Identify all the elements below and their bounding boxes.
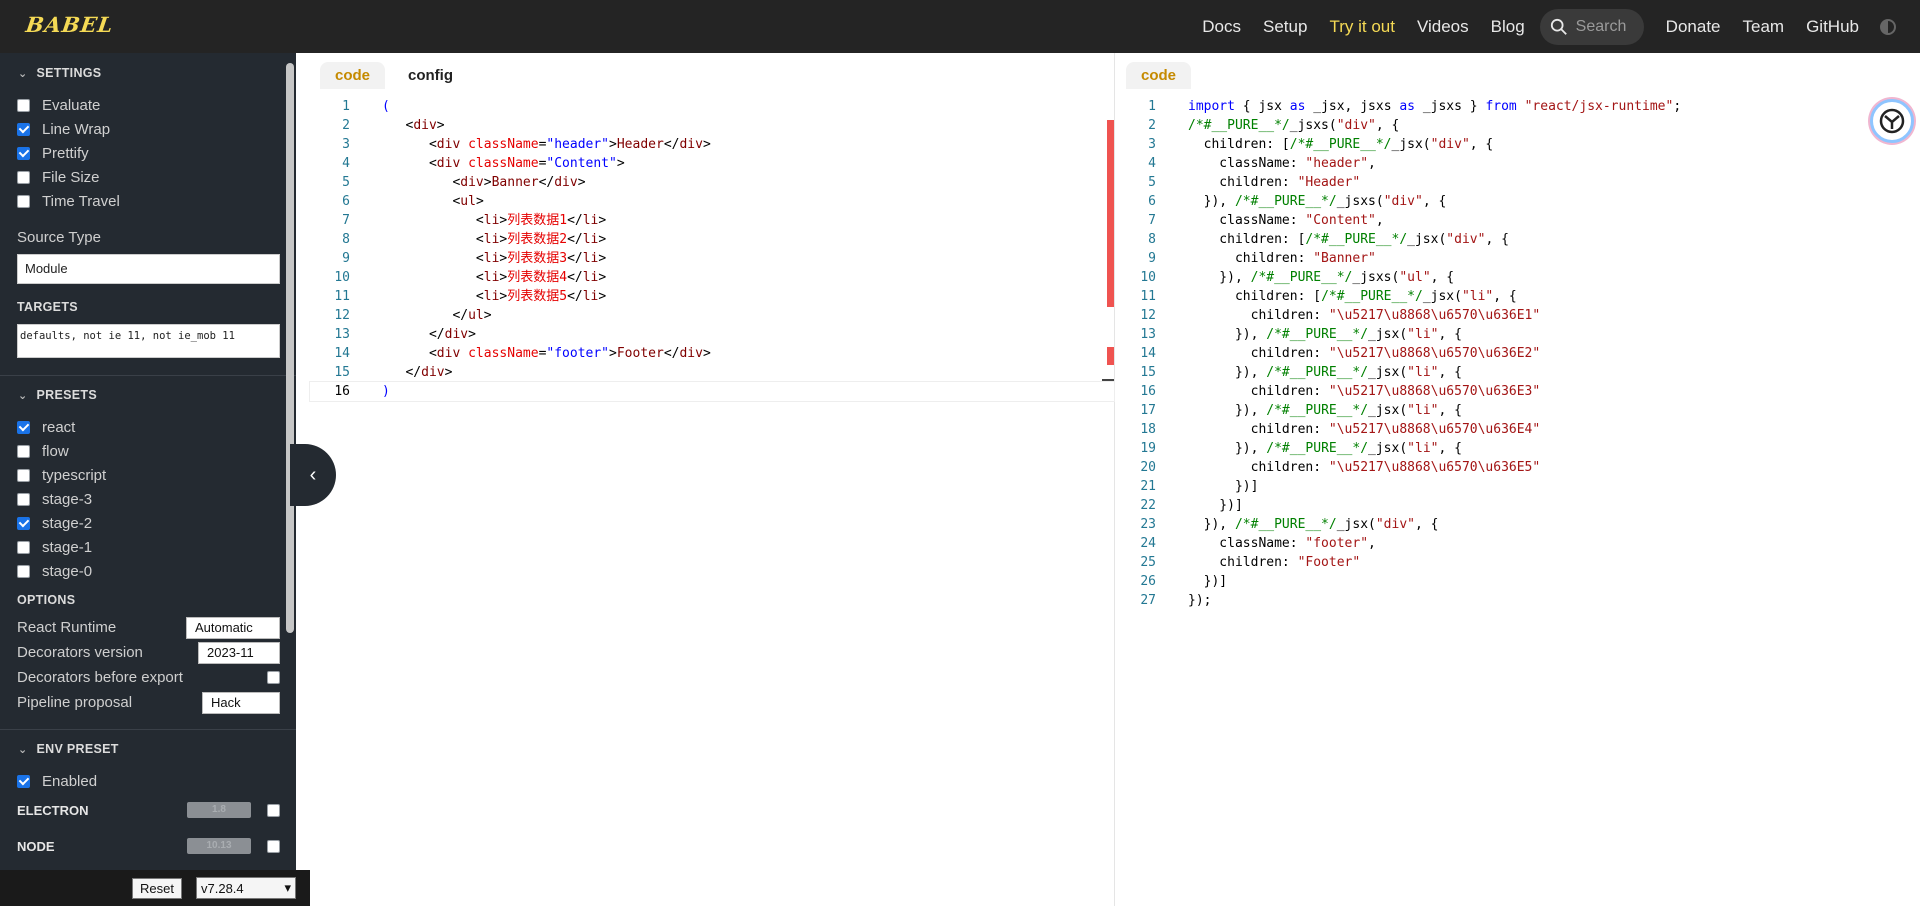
checkbox[interactable] <box>17 468 30 482</box>
electron-checkbox[interactable] <box>267 803 280 817</box>
chevron-down-icon: ⌄ <box>18 389 28 402</box>
electron-version-input[interactable]: 1.8 <box>187 802 251 818</box>
nav-github[interactable]: GitHub <box>1795 17 1870 37</box>
option-react-runtime: React Runtime Automatic <box>0 615 296 640</box>
output-tabs: code <box>1116 53 1920 97</box>
preset-stage-0[interactable]: stage-0 <box>0 559 296 583</box>
output-code-editor: 1 import { jsx as _jsx, jsxs as _jsxs } f… <box>1140 99 1682 608</box>
checkbox[interactable] <box>17 492 30 506</box>
env-enabled[interactable]: Enabled <box>0 769 296 793</box>
option-pipeline-proposal: Pipeline proposal Hack <box>0 690 296 715</box>
nav-team[interactable]: Team <box>1732 17 1796 37</box>
setting-file-size[interactable]: File Size <box>0 165 296 189</box>
checkbox[interactable] <box>17 444 30 458</box>
output-editor-panel: code 1 import { jsx as _jsx, jsxs as _jsx… <box>1116 53 1920 906</box>
nav-blog[interactable]: Blog <box>1480 17 1536 37</box>
tab-code[interactable]: code <box>320 61 386 89</box>
setting-line-wrap[interactable]: Line Wrap <box>0 117 296 141</box>
sidebar-footer: Reset v7.28.4 ▾ <box>0 870 310 906</box>
env-preset-section-header[interactable]: ⌄ ENV PRESET <box>0 738 296 760</box>
env-node-row: NODE 10.13 <box>0 833 296 859</box>
checkbox[interactable] <box>17 420 30 434</box>
setting-evaluate[interactable]: Evaluate <box>0 93 296 117</box>
nav-setup[interactable]: Setup <box>1252 17 1318 37</box>
checkbox[interactable] <box>17 98 30 112</box>
checkbox[interactable] <box>17 516 30 530</box>
checkbox[interactable] <box>17 774 30 788</box>
settings-section-header[interactable]: ⌄ SETTINGS <box>0 62 296 84</box>
reset-button[interactable]: Reset <box>132 877 182 899</box>
checkbox[interactable] <box>17 170 30 184</box>
input-editor-panel: code config 1( 2 <div> 3 <div className=… <box>309 53 1115 906</box>
top-navbar: BABEL Docs Setup Try it out Videos Blog … <box>0 0 1920 53</box>
nav-videos[interactable]: Videos <box>1406 17 1480 37</box>
checkbox[interactable] <box>17 540 30 554</box>
babel-logo[interactable]: BABEL <box>24 12 115 37</box>
babel-version-select[interactable]: v7.28.4 ▾ <box>196 877 296 899</box>
search-placeholder: Search <box>1575 17 1627 35</box>
sidebar-scrollbar[interactable] <box>286 63 294 633</box>
nav-donate[interactable]: Donate <box>1655 17 1732 37</box>
option-decorators-before-export: Decorators before export <box>0 665 296 690</box>
preset-stage-2[interactable]: stage-2 <box>0 511 296 535</box>
options-label: OPTIONS <box>17 593 76 607</box>
decorators-version-select[interactable]: 2023-11 <box>198 641 280 664</box>
decorators-before-export-checkbox[interactable] <box>267 671 280 684</box>
source-type-label: Source Type <box>17 229 101 246</box>
settings-sidebar: ⌄ SETTINGS Evaluate Line Wrap Prettify F… <box>0 53 296 906</box>
node-version-input[interactable]: 10.13 <box>187 838 251 854</box>
setting-prettify[interactable]: Prettify <box>0 141 296 165</box>
preset-stage-1[interactable]: stage-1 <box>0 535 296 559</box>
nav-try-it-out[interactable]: Try it out <box>1318 17 1406 37</box>
setting-time-travel[interactable]: Time Travel <box>0 189 296 213</box>
option-decorators-version: Decorators version 2023-11 <box>0 640 296 665</box>
react-runtime-select[interactable]: Automatic <box>186 616 280 639</box>
chevron-down-icon: ▾ <box>284 880 291 895</box>
checkbox[interactable] <box>17 146 30 160</box>
targets-label: TARGETS <box>17 300 78 314</box>
checkbox[interactable] <box>17 564 30 578</box>
error-marker <box>1107 347 1114 365</box>
chevron-down-icon: ⌄ <box>18 67 28 80</box>
checkbox[interactable] <box>17 194 30 208</box>
preset-typescript[interactable]: typescript <box>0 463 296 487</box>
presets-section-header[interactable]: ⌄ PRESETS <box>0 384 296 406</box>
theme-toggle-icon[interactable] <box>1880 18 1896 35</box>
checkbox[interactable] <box>17 122 30 136</box>
main-nav: Docs Setup Try it out Videos Blog Search… <box>1191 0 1920 53</box>
env-electron-row: ELECTRON 1.8 <box>0 797 296 823</box>
targets-textarea[interactable]: defaults, not ie 11, not ie_mob 11 <box>17 324 280 358</box>
error-marker <box>1107 120 1114 307</box>
tab-output-code[interactable]: code <box>1126 61 1192 89</box>
chevron-left-icon: ‹ <box>309 463 317 486</box>
chevron-down-icon: ⌄ <box>18 743 28 756</box>
pipeline-proposal-select[interactable]: Hack <box>202 691 280 714</box>
preset-stage-3[interactable]: stage-3 <box>0 487 296 511</box>
preset-flow[interactable]: flow <box>0 439 296 463</box>
source-type-select[interactable]: Module <box>17 254 280 284</box>
extension-icon[interactable] <box>1870 99 1914 143</box>
scroll-marker <box>1102 379 1114 381</box>
search-box[interactable]: Search <box>1539 8 1644 45</box>
nav-docs[interactable]: Docs <box>1191 17 1252 37</box>
node-checkbox[interactable] <box>267 839 280 853</box>
tab-config[interactable]: config <box>393 62 468 89</box>
preset-react[interactable]: react <box>0 415 296 439</box>
input-tabs: code config <box>310 53 1114 97</box>
search-icon <box>1550 18 1567 35</box>
input-code-editor[interactable]: 1( 2 <div> 3 <div className="header">Hea… <box>309 97 1115 402</box>
